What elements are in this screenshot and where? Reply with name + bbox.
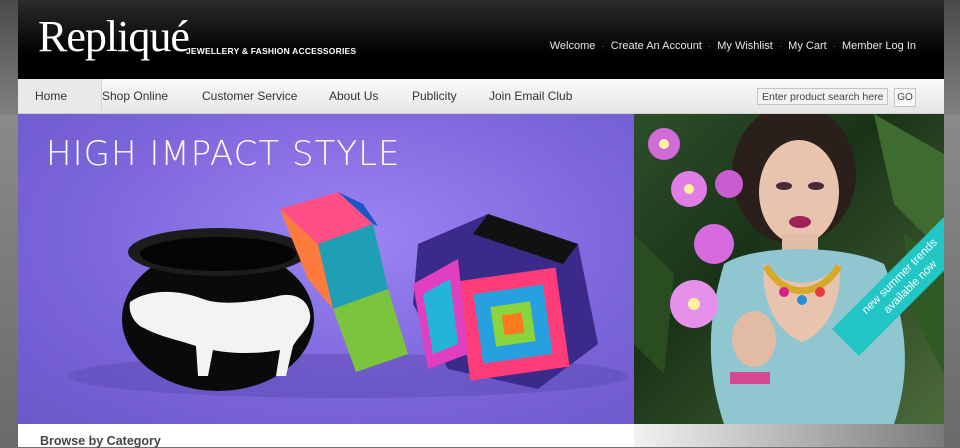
search-go-button[interactable]: GO	[894, 88, 916, 107]
link-separator: ·	[601, 40, 605, 52]
sidebar-fade-panel	[634, 424, 944, 447]
account-links: Welcome · Create An Account · My Wishlis…	[550, 40, 916, 52]
browse-by-category-heading: Browse by Category	[40, 434, 161, 448]
geometric-bangle-image	[413, 214, 598, 389]
wishlist-link[interactable]: My Wishlist	[717, 40, 773, 52]
panther-bangle-image	[122, 228, 314, 391]
nav-item-join-email-club[interactable]: Join Email Club	[489, 79, 572, 113]
site-header: Repliqué JEWELLERY & FASHION ACCESSORIES…	[18, 0, 944, 79]
link-separator: ·	[707, 40, 712, 52]
link-separator: ·	[832, 40, 837, 52]
link-separator: ·	[778, 40, 783, 52]
nav-item-customer-service[interactable]: Customer Service	[202, 79, 297, 113]
nav-item-publicity[interactable]: Publicity	[412, 79, 457, 113]
bangles-illustration	[68, 192, 628, 398]
create-account-link[interactable]: Create An Account	[611, 40, 702, 52]
summer-trends-banner[interactable]: new summer trends available now	[634, 114, 944, 424]
hero-banner[interactable]: HIGH IMPACT STYLE	[18, 114, 634, 424]
site-tagline: JEWELLERY & FASHION ACCESSORIES	[186, 46, 357, 56]
site-logo[interactable]: Repliqué	[38, 12, 190, 62]
cart-link[interactable]: My Cart	[788, 40, 827, 52]
main-nav: Home Shop Online Customer Service About …	[18, 79, 944, 114]
welcome-link[interactable]: Welcome	[550, 40, 596, 52]
palm-leaf	[634, 234, 674, 374]
nav-item-about-us[interactable]: About Us	[329, 79, 378, 113]
page-container: Repliqué JEWELLERY & FASHION ACCESSORIES…	[18, 0, 944, 448]
browse-by-category-section: Browse by Category	[18, 424, 634, 448]
nav-item-shop-online[interactable]: Shop Online	[102, 79, 168, 113]
product-search-input[interactable]	[757, 88, 888, 105]
member-login-link[interactable]: Member Log In	[842, 40, 916, 52]
nav-item-home[interactable]: Home	[18, 79, 102, 113]
